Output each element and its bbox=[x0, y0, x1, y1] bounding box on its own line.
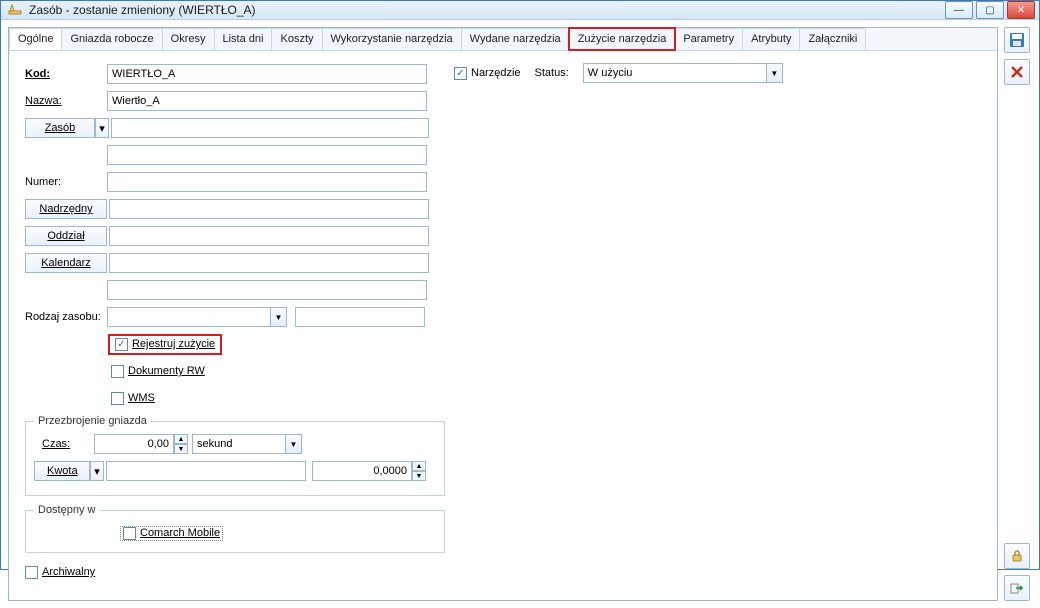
export-icon bbox=[1010, 581, 1024, 595]
spin-up-icon[interactable]: ▲ bbox=[174, 434, 188, 444]
tab-zużycie-narzędzia[interactable]: Zużycie narzędzia bbox=[569, 28, 676, 50]
kwota-num-spinner[interactable]: ▲ ▼ bbox=[312, 461, 426, 481]
archiwalny-checkbox-wrap[interactable]: Archiwalny bbox=[25, 566, 95, 579]
chevron-down-icon[interactable]: ▼ bbox=[270, 308, 286, 326]
save-icon bbox=[1009, 32, 1025, 48]
nadrzedny-input[interactable] bbox=[109, 199, 429, 219]
export-button[interactable] bbox=[1004, 575, 1030, 601]
zasob-input[interactable] bbox=[111, 118, 429, 138]
side-toolbar bbox=[1004, 27, 1032, 601]
nadrzedny-button[interactable]: Nadrzędny bbox=[25, 199, 107, 219]
numer-input[interactable] bbox=[107, 172, 427, 192]
window-title: Zasób - zostanie zmieniony (WIERTŁO_A) bbox=[29, 3, 945, 17]
titlebar: Zasób - zostanie zmieniony (WIERTŁO_A) —… bbox=[1, 1, 1039, 20]
przezbrojenie-group: Przezbrojenie gniazda Czas: ▲ ▼ sekund bbox=[25, 415, 445, 496]
comarch-label: Comarch Mobile bbox=[140, 527, 220, 539]
wms-checkbox[interactable] bbox=[111, 392, 124, 405]
close-button[interactable]: ✕ bbox=[1007, 1, 1035, 19]
tab-gniazda-robocze[interactable]: Gniazda robocze bbox=[61, 28, 162, 50]
main-panel: OgólneGniazda roboczeOkresyLista dniKosz… bbox=[8, 27, 998, 601]
tab-parametry[interactable]: Parametry bbox=[674, 28, 743, 50]
rejestruj-label: Rejestruj zużycie bbox=[132, 338, 215, 350]
lock-button[interactable] bbox=[1004, 543, 1030, 569]
tabs: OgólneGniazda roboczeOkresyLista dniKosz… bbox=[9, 28, 997, 51]
window: Zasób - zostanie zmieniony (WIERTŁO_A) —… bbox=[0, 0, 1040, 570]
narzedzie-label: Narzędzie bbox=[471, 67, 521, 79]
save-button[interactable] bbox=[1004, 27, 1030, 53]
archiwalny-label: Archiwalny bbox=[42, 566, 95, 578]
kwota-num-input[interactable] bbox=[312, 461, 412, 481]
maximize-button[interactable]: ▢ bbox=[976, 1, 1004, 19]
archiwalny-checkbox[interactable] bbox=[25, 566, 38, 579]
czas-spinner[interactable]: ▲ ▼ bbox=[94, 434, 188, 454]
kalendarz-extra-input[interactable] bbox=[107, 280, 427, 300]
dok-rw-checkbox-wrap[interactable]: Dokumenty RW bbox=[111, 365, 205, 378]
comarch-checkbox[interactable] bbox=[123, 527, 136, 540]
czas-unit-combo[interactable]: sekund ▼ bbox=[192, 434, 302, 454]
tab-załączniki[interactable]: Załączniki bbox=[799, 28, 866, 50]
client-area: OgólneGniazda roboczeOkresyLista dniKosz… bbox=[1, 20, 1039, 608]
status-value: W użyciu bbox=[584, 67, 766, 79]
status-combo[interactable]: W użyciu ▼ bbox=[583, 63, 783, 83]
dok-rw-label: Dokumenty RW bbox=[128, 365, 205, 377]
przezbrojenie-legend: Przezbrojenie gniazda bbox=[34, 415, 151, 427]
czas-label: Czas: bbox=[34, 438, 94, 450]
wms-label: WMS bbox=[128, 392, 155, 404]
nazwa-label: Nazwa: bbox=[25, 95, 107, 107]
rodzaj-zasobu-combo[interactable]: ▼ bbox=[107, 307, 287, 327]
dostepny-group: Dostępny w Comarch Mobile bbox=[25, 504, 445, 553]
kod-label: Kod: bbox=[25, 68, 107, 80]
dostepny-legend: Dostępny w bbox=[34, 504, 99, 516]
zasob-button[interactable]: Zasób bbox=[25, 118, 95, 138]
tab-wydane-narzędzia[interactable]: Wydane narzędzia bbox=[461, 28, 570, 50]
kalendarz-input[interactable] bbox=[109, 253, 429, 273]
minimize-button[interactable]: — bbox=[945, 1, 973, 19]
zasob-extra-input[interactable] bbox=[107, 145, 427, 165]
chevron-down-icon[interactable]: ▼ bbox=[285, 435, 301, 453]
czas-unit-value: sekund bbox=[193, 438, 285, 450]
spin-down-icon[interactable]: ▼ bbox=[412, 471, 426, 481]
dok-rw-checkbox[interactable] bbox=[111, 365, 124, 378]
app-icon bbox=[7, 2, 23, 18]
spin-down-icon[interactable]: ▼ bbox=[174, 444, 188, 454]
rejestruj-highlight: Rejestruj zużycie bbox=[111, 337, 219, 352]
rodzaj-zasobu-extra-input[interactable] bbox=[295, 307, 425, 327]
tab-koszty[interactable]: Koszty bbox=[271, 28, 322, 50]
rejestruj-checkbox[interactable] bbox=[115, 338, 128, 351]
cancel-button[interactable] bbox=[1004, 59, 1030, 85]
comarch-checkbox-wrap[interactable]: Comarch Mobile bbox=[120, 526, 223, 541]
oddzial-input[interactable] bbox=[109, 226, 429, 246]
oddzial-button[interactable]: Oddział bbox=[25, 226, 107, 246]
nazwa-input[interactable] bbox=[107, 91, 427, 111]
tab-atrybuty[interactable]: Atrybuty bbox=[742, 28, 800, 50]
chevron-down-icon[interactable]: ▼ bbox=[766, 64, 782, 82]
spin-up-icon[interactable]: ▲ bbox=[412, 461, 426, 471]
rodzaj-zasobu-label: Rodzaj zasobu: bbox=[25, 311, 107, 323]
tab-content-ogolne: Narzędzie Status: W użyciu ▼ Kod: Nazwa: bbox=[9, 51, 997, 600]
tab-ogólne[interactable]: Ogólne bbox=[9, 28, 62, 50]
rejestruj-checkbox-wrap[interactable]: Rejestruj zużycie bbox=[115, 338, 215, 351]
top-right-controls: Narzędzie Status: W użyciu ▼ bbox=[454, 63, 783, 83]
lock-icon bbox=[1010, 549, 1024, 563]
status-label: Status: bbox=[535, 67, 569, 79]
numer-label: Numer: bbox=[25, 176, 107, 188]
wms-checkbox-wrap[interactable]: WMS bbox=[111, 392, 155, 405]
kalendarz-button[interactable]: Kalendarz bbox=[25, 253, 107, 273]
czas-input[interactable] bbox=[94, 434, 174, 454]
narzedzie-checkbox[interactable] bbox=[454, 67, 467, 80]
tab-wykorzystanie-narzędzia[interactable]: Wykorzystanie narzędzia bbox=[322, 28, 462, 50]
cancel-icon bbox=[1010, 65, 1024, 79]
kwota-arrow-button[interactable]: ▾ bbox=[90, 461, 104, 481]
zasob-arrow-button[interactable]: ▾ bbox=[95, 118, 109, 138]
tab-okresy[interactable]: Okresy bbox=[162, 28, 215, 50]
window-buttons: — ▢ ✕ bbox=[945, 1, 1035, 19]
kod-input[interactable] bbox=[107, 64, 427, 84]
narzedzie-checkbox-wrap[interactable]: Narzędzie bbox=[454, 67, 521, 80]
kwota-button[interactable]: Kwota bbox=[34, 461, 90, 481]
tab-lista-dni[interactable]: Lista dni bbox=[214, 28, 273, 50]
kwota-input[interactable] bbox=[106, 461, 306, 481]
